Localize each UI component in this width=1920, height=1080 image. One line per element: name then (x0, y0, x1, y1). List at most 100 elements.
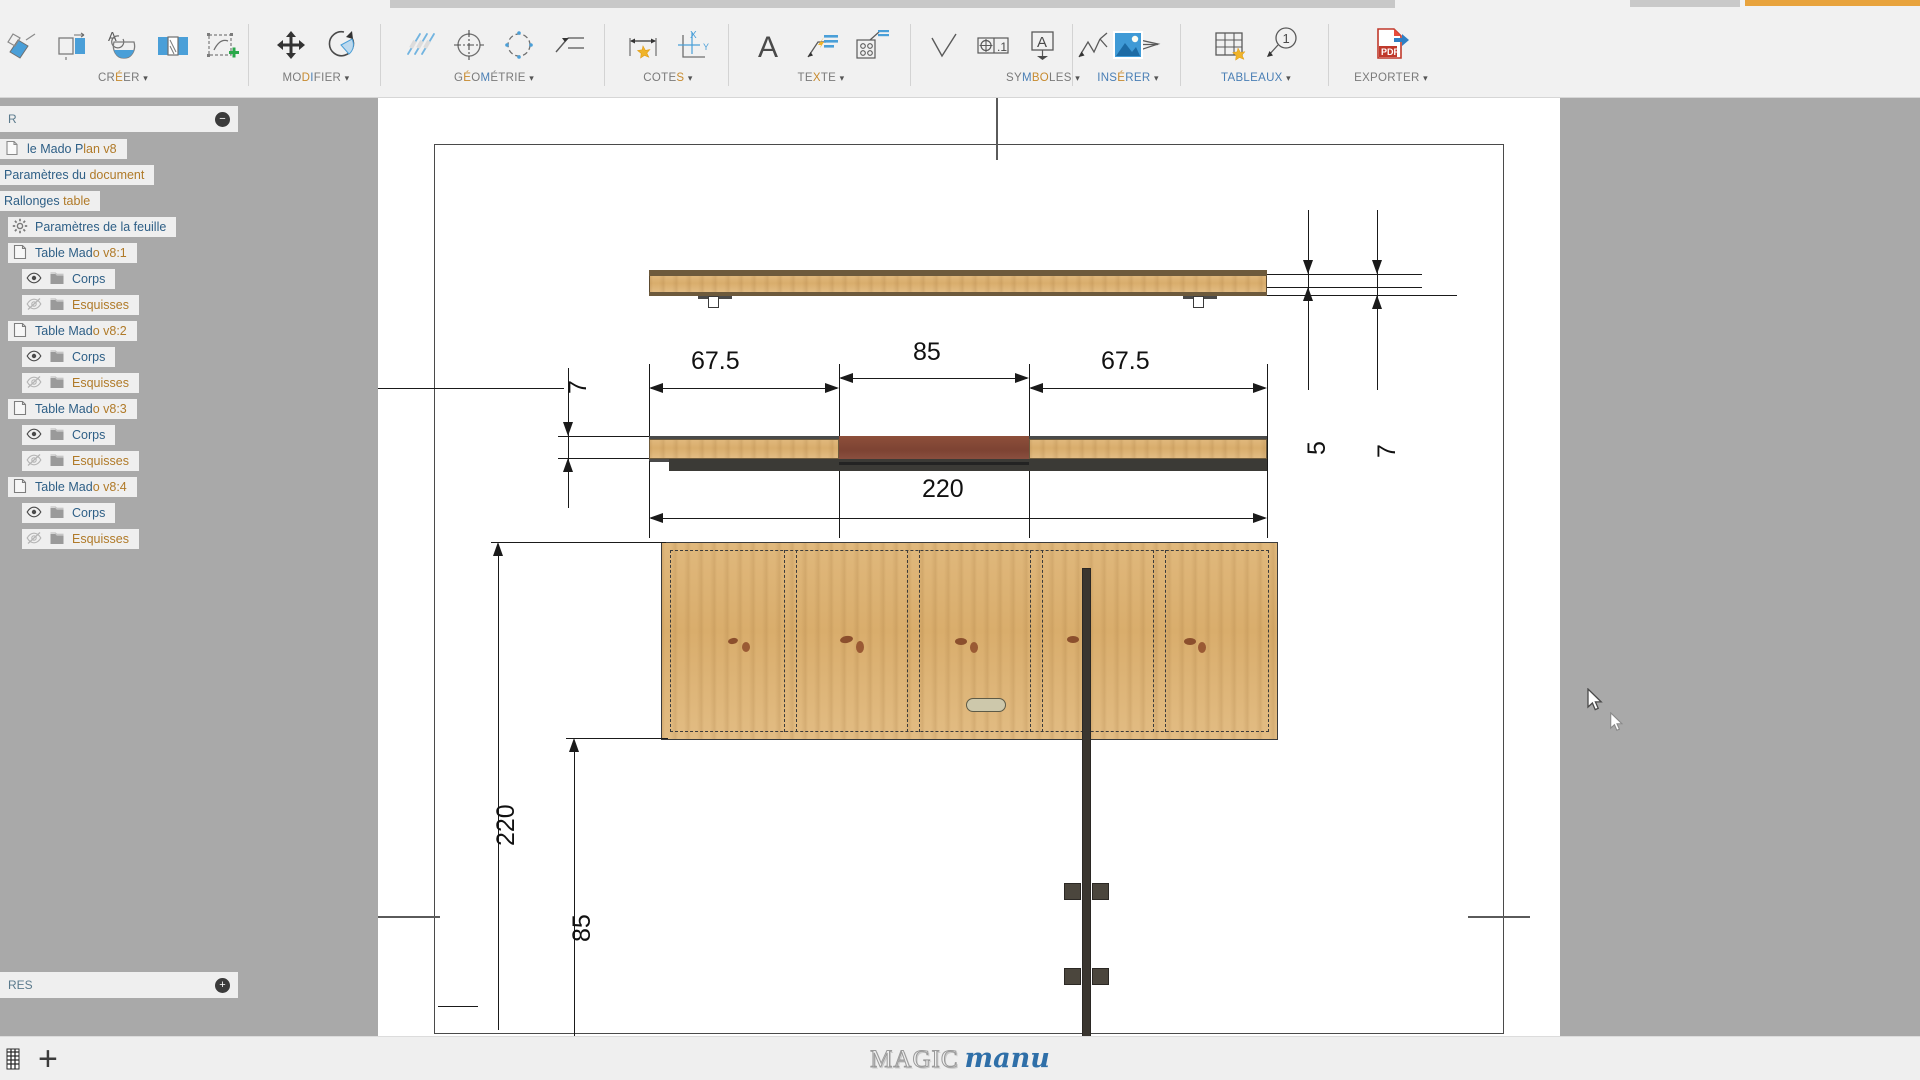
eye-hidden-icon[interactable] (26, 296, 42, 315)
center-mark-icon[interactable] (447, 20, 491, 70)
tree-item-table-mado-v8-1[interactable]: Table Mado v8:1 (0, 242, 240, 264)
surface-finish-icon[interactable] (921, 20, 965, 70)
ordinate-dimension-icon[interactable]: X Y (671, 20, 715, 70)
bend-line-icon[interactable] (547, 20, 591, 70)
auxiliary-view-icon[interactable]: A (101, 20, 145, 70)
tree-item-chip[interactable]: Corps (22, 503, 116, 523)
tree-item-label: Paramètres du document (4, 168, 145, 182)
rotate-icon[interactable] (319, 20, 363, 70)
projected-view-icon[interactable] (51, 20, 95, 70)
tree-item-chip[interactable]: Table Mado v8:4 (8, 477, 137, 497)
tree-item-esquisses[interactable]: Esquisses (0, 528, 240, 550)
tree-item-label: Table Mado v8:2 (35, 324, 127, 338)
tree-item-rallonges-table[interactable]: Rallonges table (0, 190, 240, 212)
ribbon-group-label-cotes[interactable]: COTES ▾ (643, 72, 692, 84)
feature-control-icon[interactable]: .1 (971, 20, 1015, 70)
expand-icon[interactable]: + (215, 977, 230, 993)
tree-item-chip[interactable]: Esquisses (22, 451, 139, 471)
tree-item-chip[interactable]: Table Mado v8:2 (8, 321, 137, 341)
eye-hidden-icon[interactable] (26, 530, 42, 549)
document-tab-strip[interactable] (390, 0, 1395, 8)
ribbon-separator (1328, 24, 1329, 86)
ribbon-group-label-exporter[interactable]: EXPORTER ▾ (1354, 72, 1428, 84)
tree-item-chip[interactable]: Corps (22, 425, 116, 445)
eye-visible-icon[interactable] (26, 426, 42, 445)
eye-visible-icon[interactable] (26, 270, 42, 289)
dimension-icon[interactable] (621, 20, 665, 70)
tree-item-corps[interactable]: Corps (0, 346, 240, 368)
centerlines-icon[interactable] (397, 20, 441, 70)
folder-icon (49, 348, 65, 367)
base-view-icon[interactable] (1, 20, 45, 70)
ribbon-group-label-geometrie[interactable]: GÉOMÉTRIE ▾ (454, 72, 534, 84)
add-sheet-button[interactable]: + (38, 1042, 58, 1076)
tree-item-chip[interactable]: Table Mado v8:3 (8, 399, 137, 419)
ribbon-group-inserer: INSÉRER ▾ (1078, 10, 1178, 98)
crop-mark-left (378, 916, 440, 918)
tree-item-le-mado-plan-v8[interactable]: le Mado Plan v8 (0, 138, 240, 160)
ribbon-group-label-modifier[interactable]: MODIFIER ▾ (283, 72, 350, 84)
ribbon-group-label-tableaux[interactable]: TABLEAUX ▾ (1221, 72, 1291, 84)
crop-mark-top (996, 98, 998, 160)
window-title-strip (0, 0, 1920, 10)
svg-text:.1: .1 (997, 40, 1007, 54)
tree-item-param-tres-du-document[interactable]: Paramètres du document (0, 164, 240, 186)
dimension-675-right-label: 67.5 (1101, 347, 1150, 375)
tree-item-chip[interactable]: Esquisses (22, 373, 139, 393)
ribbon-group-label-inserer[interactable]: INSÉRER ▾ (1097, 72, 1159, 84)
browser-header[interactable]: R − (0, 106, 238, 132)
pdf-export-icon[interactable]: PDF (1369, 20, 1413, 70)
tree-item-table-mado-v8-4[interactable]: Table Mado v8:4 (0, 476, 240, 498)
table-icon[interactable] (1209, 20, 1253, 70)
tree-item-chip[interactable]: le Mado Plan v8 (0, 139, 127, 159)
svg-text:X: X (690, 30, 697, 41)
tree-item-chip[interactable]: Table Mado v8:1 (8, 243, 137, 263)
tree-item-chip[interactable]: Corps (22, 347, 116, 367)
eye-hidden-icon[interactable] (26, 374, 42, 393)
collapse-icon[interactable]: − (215, 111, 230, 127)
ribbon-group-label-symboles[interactable]: SYMBOLES ▾ (1006, 72, 1080, 84)
drawing-canvas[interactable]: 5 7 67.5 85 67.5 7 220 220 85 (378, 98, 1560, 1043)
dimension-220-height-label: 220 (492, 804, 520, 846)
tree-item-corps[interactable]: Corps (0, 268, 240, 290)
ribbon-group-label-texte[interactable]: TEXTE ▾ (798, 72, 845, 84)
balloon-icon[interactable]: 1 (1259, 20, 1303, 70)
tree-item-esquisses[interactable]: Esquisses (0, 372, 240, 394)
tree-item-table-mado-v8-2[interactable]: Table Mado v8:2 (0, 320, 240, 342)
section-view-icon[interactable] (151, 20, 195, 70)
browser-footer[interactable]: RES + (0, 972, 238, 998)
move-icon[interactable] (269, 20, 313, 70)
ribbon-separator (248, 24, 249, 86)
tree-item-esquisses[interactable]: Esquisses (0, 450, 240, 472)
secondary-tab-strip[interactable] (1630, 0, 1740, 7)
tree-item-chip[interactable]: Paramètres du document (0, 165, 155, 185)
text-A-icon[interactable]: A (749, 20, 793, 70)
ribbon-separator (380, 24, 381, 86)
tree-item-param-tres-de-la-feuille[interactable]: Paramètres de la feuille (0, 216, 240, 238)
eye-visible-icon[interactable] (26, 504, 42, 523)
hole-note-icon[interactable] (849, 20, 893, 70)
tree-item-chip[interactable]: Esquisses (22, 295, 139, 315)
datum-icon[interactable]: A (1021, 20, 1065, 70)
detail-view-icon[interactable] (201, 20, 245, 70)
bolt-circle-icon[interactable] (497, 20, 541, 70)
image-icon[interactable] (1106, 20, 1150, 70)
tree-item-esquisses[interactable]: Esquisses (0, 294, 240, 316)
tree-item-chip[interactable]: Paramètres de la feuille (8, 217, 177, 237)
grid-icon[interactable] (6, 1048, 26, 1070)
eye-hidden-icon[interactable] (26, 452, 42, 471)
eye-visible-icon[interactable] (26, 348, 42, 367)
gear-icon (12, 218, 28, 237)
browser-header-label: R (8, 112, 17, 126)
ribbon-group-label-creer[interactable]: CRÉER ▾ (98, 72, 148, 84)
tree-item-chip[interactable]: Rallonges table (0, 191, 101, 211)
tree-item-label: Table Mado v8:4 (35, 480, 127, 494)
tree-item-corps[interactable]: Corps (0, 424, 240, 446)
tree-item-table-mado-v8-3[interactable]: Table Mado v8:3 (0, 398, 240, 420)
leader-text-icon[interactable] (799, 20, 843, 70)
tree-item-chip[interactable]: Corps (22, 269, 116, 289)
document-icon (4, 140, 20, 159)
tree-item-chip[interactable]: Esquisses (22, 529, 139, 549)
tree-item-corps[interactable]: Corps (0, 502, 240, 524)
dimension-85-height-label: 85 (568, 914, 596, 942)
